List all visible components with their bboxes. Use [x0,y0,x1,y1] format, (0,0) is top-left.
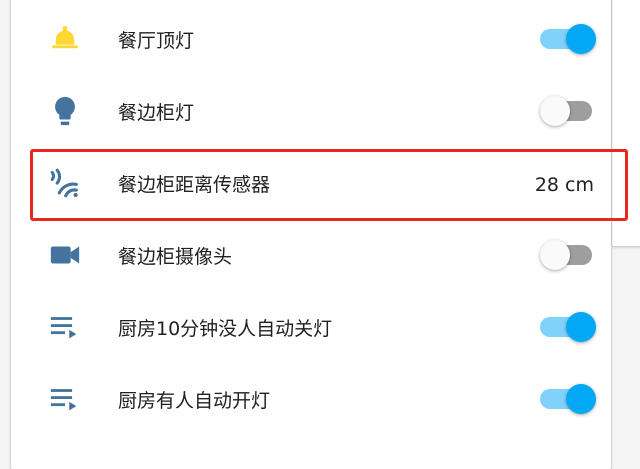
toggle-switch[interactable] [540,240,596,270]
toggle-switch[interactable] [540,96,596,126]
entity-name: 厨房有人自动开灯 [118,390,271,412]
entity-name: 餐厅顶灯 [118,30,195,52]
entity-row-kitchen-auto-on[interactable]: 厨房有人自动开灯 [0,363,640,435]
entity-row-sideboard-light[interactable]: 餐边柜灯 [0,75,640,147]
toggle-switch[interactable] [540,24,596,54]
playlist-play-icon [48,382,82,416]
entity-name: 厨房10分钟没人自动关灯 [118,318,333,340]
entity-row-sideboard-camera[interactable]: 餐边柜摄像头 [0,219,640,291]
video-camera-icon [48,238,82,272]
entity-name: 餐边柜距离传感器 [118,174,271,196]
ceiling-light-icon [48,22,82,56]
entity-row-dining-ceiling-light[interactable]: 餐厅顶灯 [0,3,640,75]
toggle-switch[interactable] [540,312,596,342]
entity-row-kitchen-auto-off[interactable]: 厨房10分钟没人自动关灯 [0,291,640,363]
entity-name: 餐边柜摄像头 [118,246,233,268]
signal-distance-icon [48,166,82,200]
toggle-switch[interactable] [540,384,596,414]
playlist-play-icon [48,310,82,344]
entity-name: 餐边柜灯 [118,102,195,124]
entity-row-sideboard-distance-sensor[interactable]: 餐边柜距离传感器 28 cm [0,147,640,219]
sensor-value: 28 cm [534,174,594,196]
lightbulb-icon [48,94,82,128]
